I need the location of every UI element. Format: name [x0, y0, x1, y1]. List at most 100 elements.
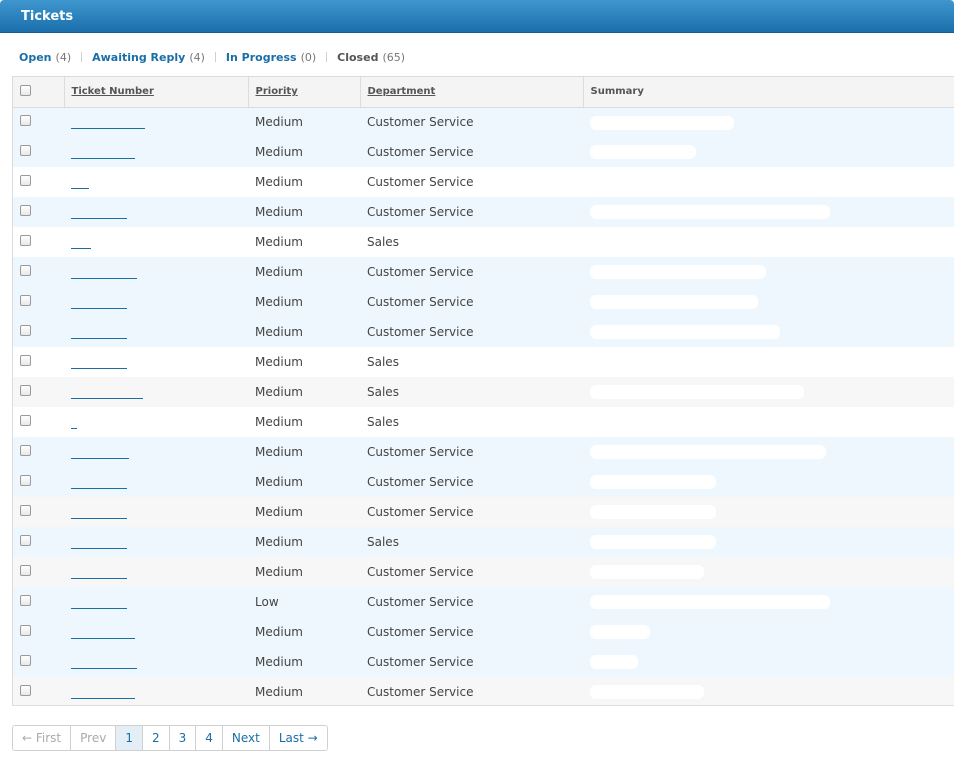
- page-4-button[interactable]: 4: [196, 726, 223, 750]
- column-department[interactable]: Department: [360, 77, 584, 108]
- column-priority[interactable]: Priority: [248, 77, 361, 108]
- row-checkbox[interactable]: [20, 685, 31, 696]
- row-select-cell: [13, 287, 64, 317]
- tab-in-progress[interactable]: In Progress (0): [226, 51, 316, 64]
- table-row[interactable]: Medium Sales: [13, 227, 954, 257]
- ticket-number-link[interactable]: [71, 297, 127, 309]
- table-row[interactable]: Medium Customer Service: [13, 437, 954, 467]
- page-title: Tickets: [21, 9, 74, 24]
- row-checkbox[interactable]: [20, 385, 31, 396]
- ticket-number-link[interactable]: [71, 237, 91, 249]
- summary-redacted: [590, 535, 716, 550]
- ticket-number-link[interactable]: [71, 357, 127, 369]
- row-checkbox[interactable]: [20, 655, 31, 666]
- table-row[interactable]: Medium Customer Service: [13, 137, 954, 167]
- ticket-number-link[interactable]: [71, 327, 127, 339]
- row-checkbox[interactable]: [20, 115, 31, 127]
- row-checkbox[interactable]: [20, 325, 31, 336]
- ticket-number-link[interactable]: [71, 477, 127, 489]
- first-page-button[interactable]: ← First: [13, 726, 72, 750]
- column-ticket-number[interactable]: Ticket Number: [64, 77, 249, 108]
- table-row[interactable]: Medium Customer Service: [13, 467, 954, 497]
- department-cell: Customer Service: [367, 595, 474, 609]
- ticket-number-link[interactable]: [71, 567, 127, 579]
- department-cell: Customer Service: [367, 265, 474, 279]
- ticket-number-link[interactable]: [71, 657, 137, 669]
- table-row[interactable]: Low Customer Service: [13, 587, 954, 617]
- ticket-number-link[interactable]: [71, 177, 89, 189]
- tab-divider: [326, 52, 328, 62]
- ticket-number-cell: [64, 467, 248, 497]
- summary-redacted: [590, 115, 734, 130]
- summary-cell: [583, 287, 954, 317]
- table-row[interactable]: Medium Customer Service: [13, 317, 954, 347]
- ticket-number-link[interactable]: [71, 117, 145, 129]
- summary-redacted: [590, 265, 766, 280]
- last-page-button[interactable]: Last →: [269, 726, 327, 750]
- table-row[interactable]: Medium Customer Service: [13, 647, 954, 677]
- summary-cell: [583, 647, 954, 677]
- tab-closed[interactable]: Closed (65): [337, 51, 405, 64]
- summary-redacted: [590, 145, 696, 160]
- row-checkbox[interactable]: [20, 145, 31, 156]
- ticket-number-link[interactable]: [71, 507, 127, 519]
- table-row[interactable]: Medium Customer Service: [13, 107, 954, 137]
- row-select-cell: [13, 197, 64, 227]
- row-checkbox[interactable]: [20, 565, 31, 576]
- row-checkbox[interactable]: [20, 295, 31, 306]
- ticket-number-cell: [64, 227, 248, 257]
- row-checkbox[interactable]: [20, 535, 31, 546]
- prev-page-button[interactable]: Prev: [71, 726, 117, 750]
- row-checkbox[interactable]: [20, 475, 31, 486]
- table-row[interactable]: Medium Sales: [13, 407, 954, 437]
- ticket-number-link[interactable]: [71, 207, 127, 219]
- ticket-number-link[interactable]: [71, 627, 135, 639]
- table-row[interactable]: Medium Customer Service: [13, 197, 954, 227]
- page-1-button[interactable]: 1: [116, 726, 143, 750]
- ticket-number-link[interactable]: [71, 267, 137, 279]
- table-row[interactable]: Medium Customer Service: [13, 617, 954, 647]
- row-checkbox[interactable]: [20, 355, 31, 366]
- row-checkbox[interactable]: [20, 595, 31, 606]
- row-checkbox[interactable]: [20, 205, 31, 216]
- summary-redacted: [590, 475, 716, 490]
- ticket-number-link[interactable]: [71, 597, 127, 609]
- table-row[interactable]: Medium Sales: [13, 347, 954, 377]
- ticket-number-link[interactable]: [71, 147, 135, 159]
- ticket-number-link[interactable]: [71, 537, 127, 549]
- priority-cell: Medium: [255, 565, 303, 579]
- table-row[interactable]: Medium Customer Service: [13, 557, 954, 587]
- table-row[interactable]: Medium Customer Service: [13, 287, 954, 317]
- priority-cell: Medium: [255, 505, 303, 519]
- table-row[interactable]: Medium Sales: [13, 377, 954, 407]
- next-page-button[interactable]: Next: [222, 726, 270, 750]
- ticket-number-link[interactable]: [71, 417, 77, 429]
- row-select-cell: [13, 317, 64, 347]
- summary-redacted: [590, 235, 594, 250]
- ticket-number-link[interactable]: [71, 387, 143, 399]
- table-row[interactable]: Medium Customer Service: [13, 497, 954, 527]
- page-2-button[interactable]: 2: [142, 726, 170, 750]
- row-checkbox[interactable]: [20, 625, 31, 636]
- table-row[interactable]: Medium Customer Service: [13, 167, 954, 197]
- priority-cell: Medium: [255, 235, 303, 249]
- ticket-number-link[interactable]: [71, 447, 129, 459]
- ticket-number-link[interactable]: [71, 687, 135, 699]
- row-checkbox[interactable]: [20, 505, 31, 516]
- row-checkbox[interactable]: [20, 235, 31, 246]
- table-row[interactable]: Medium Customer Service: [13, 677, 954, 705]
- row-checkbox[interactable]: [20, 175, 31, 186]
- summary-cell: [583, 497, 954, 527]
- column-ticket-number-label: Ticket Number: [71, 86, 154, 98]
- page-3-button[interactable]: 3: [169, 726, 197, 750]
- tab-awaiting-reply[interactable]: Awaiting Reply (4): [92, 51, 205, 64]
- select-all-checkbox[interactable]: [20, 84, 31, 96]
- tab-open[interactable]: Open (4): [19, 51, 71, 64]
- tickets-table: Ticket Number Priority Department Summar…: [12, 76, 954, 706]
- row-checkbox[interactable]: [20, 415, 31, 426]
- table-row[interactable]: Medium Sales: [13, 527, 954, 557]
- row-checkbox[interactable]: [20, 265, 31, 276]
- table-row[interactable]: Medium Customer Service: [13, 257, 954, 287]
- summary-redacted: [590, 685, 704, 700]
- row-checkbox[interactable]: [20, 445, 31, 456]
